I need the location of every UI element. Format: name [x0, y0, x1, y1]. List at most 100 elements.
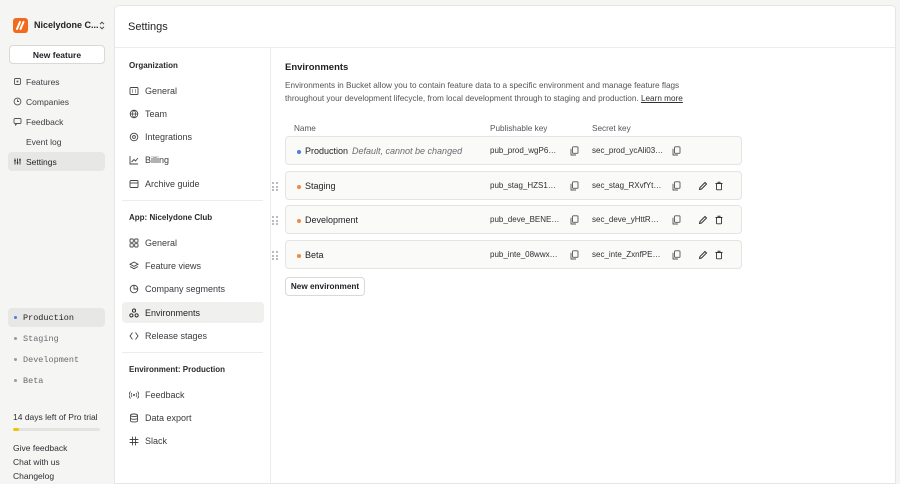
org-switcher[interactable]: Nicelydone C... — [13, 17, 105, 33]
edit-icon[interactable] — [698, 181, 708, 191]
copy-icon[interactable] — [672, 215, 681, 225]
org-name: Nicelydone C... — [34, 20, 99, 30]
drag-handle-icon[interactable] — [272, 182, 278, 191]
sidebar-item-companies[interactable]: Companies — [8, 92, 105, 111]
sidebar-item-label: Feedback — [26, 116, 64, 127]
env-name: Production — [305, 146, 349, 156]
environment-row: Staging pub_stag_HZS1a1b7PqLm sec_stag_RXv… — [272, 171, 742, 200]
column-header-publishable-key: Publishable key — [490, 123, 548, 133]
copy-icon[interactable] — [672, 250, 681, 260]
settings-item-env-feedback[interactable]: Feedback — [122, 384, 264, 405]
sidebar-item-label: Settings — [26, 156, 57, 167]
drag-handle-icon[interactable] — [272, 216, 278, 225]
settings-item-team[interactable]: Team — [122, 103, 264, 124]
settings-item-environments[interactable]: Environments — [122, 302, 264, 324]
layers-icon — [129, 261, 139, 271]
feedback-icon — [13, 117, 22, 126]
settings-item-data-export[interactable]: Data export — [122, 408, 264, 429]
env-dot — [14, 337, 17, 340]
edit-icon[interactable] — [698, 250, 708, 260]
environment-list: Production Staging Development Beta — [8, 308, 105, 392]
env-item-beta[interactable]: Beta — [8, 371, 105, 390]
footer-links: Give feedback Chat with us Changelog — [13, 442, 67, 484]
archive-icon — [129, 179, 139, 189]
env-item-label: Development — [23, 354, 80, 365]
settings-item-label: Team — [145, 108, 168, 119]
give-feedback-link[interactable]: Give feedback — [13, 442, 67, 456]
env-item-label: Staging — [23, 333, 59, 344]
new-feature-button[interactable]: New feature — [9, 45, 105, 64]
settings-item-label: Company segments — [145, 284, 226, 295]
settings-item-org-general[interactable]: General — [122, 80, 264, 101]
settings-item-label: Data export — [145, 413, 192, 424]
publishable-key: pub_inte_08wwxAs3cRt0 — [490, 250, 560, 259]
env-item-development[interactable]: Development — [8, 350, 105, 369]
copy-icon[interactable] — [672, 146, 681, 156]
left-sidebar: Nicelydone C... New feature Features Com… — [0, 0, 113, 484]
drag-handle-icon[interactable] — [272, 251, 278, 260]
trash-icon[interactable] — [714, 250, 724, 260]
copy-icon[interactable] — [672, 181, 681, 191]
divider — [122, 200, 263, 202]
settings-item-label: Release stages — [145, 330, 208, 341]
sidebar-item-features[interactable]: Features — [8, 72, 105, 91]
settings-item-label: Archive guide — [145, 178, 200, 189]
settings-item-company-segments[interactable]: Company segments — [122, 279, 264, 300]
trash-icon[interactable] — [714, 215, 724, 225]
trial-text: 14 days left of Pro trial — [13, 412, 98, 422]
changelog-link[interactable]: Changelog — [13, 470, 67, 484]
environment-row: Production Default, cannot be changed pub_… — [285, 136, 742, 165]
secret-key: sec_inte_ZxnfPEqw91vb — [592, 250, 664, 259]
column-header-name: Name — [294, 123, 316, 133]
chat-with-us-link[interactable]: Chat with us — [13, 456, 67, 470]
settings-item-label: Feedback — [145, 389, 185, 400]
settings-item-app-general[interactable]: General — [122, 232, 264, 253]
settings-item-archive-guide[interactable]: Archive guide — [122, 173, 264, 194]
env-name: Beta — [305, 250, 324, 260]
org-logo — [13, 17, 28, 33]
copy-icon[interactable] — [570, 146, 579, 156]
env-item-label: Production — [23, 312, 75, 323]
settings-item-label: Integrations — [145, 132, 193, 143]
publishable-key: pub_prod_wgP6Pw9cZHnM — [490, 146, 560, 155]
new-environment-button[interactable]: New environment — [285, 277, 365, 296]
sidebar-item-event-log[interactable]: Event log — [8, 132, 105, 151]
secret-key: sec_prod_ycAli03xSTxz — [592, 146, 664, 155]
companies-icon — [13, 97, 22, 106]
pie-chart-icon — [129, 284, 139, 294]
settings-item-integrations[interactable]: Integrations — [122, 127, 264, 148]
settings-item-billing[interactable]: Billing — [122, 150, 264, 171]
environment-row: Development pub_deve_BENEfd4uTq7c sec_deve… — [272, 205, 742, 234]
env-item-production[interactable]: Production — [8, 308, 105, 327]
grid-icon — [129, 238, 139, 248]
learn-more-link[interactable]: Learn more — [641, 94, 683, 103]
description-text: Environments in Bucket allow you to cont… — [285, 81, 680, 103]
env-name: Staging — [305, 181, 336, 191]
settings-item-release-stages[interactable]: Release stages — [122, 325, 264, 346]
settings-item-slack[interactable]: Slack — [122, 431, 264, 452]
env-color-dot — [297, 150, 301, 154]
settings-item-label: Slack — [145, 436, 168, 447]
env-dot — [14, 358, 17, 361]
broadcast-icon — [129, 390, 139, 400]
secret-key: sec_deve_yHttRDa9XwQe — [592, 215, 664, 224]
trash-icon[interactable] — [714, 181, 724, 191]
settings-section-organization: Organization — [129, 61, 178, 70]
env-color-dot — [297, 254, 301, 258]
env-item-staging[interactable]: Staging — [8, 329, 105, 348]
settings-item-feature-views[interactable]: Feature views — [122, 255, 264, 276]
sidebar-item-settings[interactable]: Settings — [8, 152, 105, 171]
edit-icon[interactable] — [698, 215, 708, 225]
section-title: Environments — [285, 62, 349, 73]
section-description: Environments in Bucket allow you to cont… — [285, 80, 685, 105]
trial-status: 14 days left of Pro trial — [13, 412, 105, 431]
copy-icon[interactable] — [570, 215, 579, 225]
trial-progress-bar — [13, 428, 100, 431]
database-icon — [129, 413, 139, 423]
sidebar-item-label: Companies — [26, 96, 69, 107]
sidebar-item-feedback[interactable]: Feedback — [8, 112, 105, 131]
publishable-key: pub_stag_HZS1a1b7PqLm — [490, 181, 560, 190]
copy-icon[interactable] — [570, 250, 579, 260]
env-note: Default, cannot be changed — [352, 146, 463, 156]
copy-icon[interactable] — [570, 181, 579, 191]
